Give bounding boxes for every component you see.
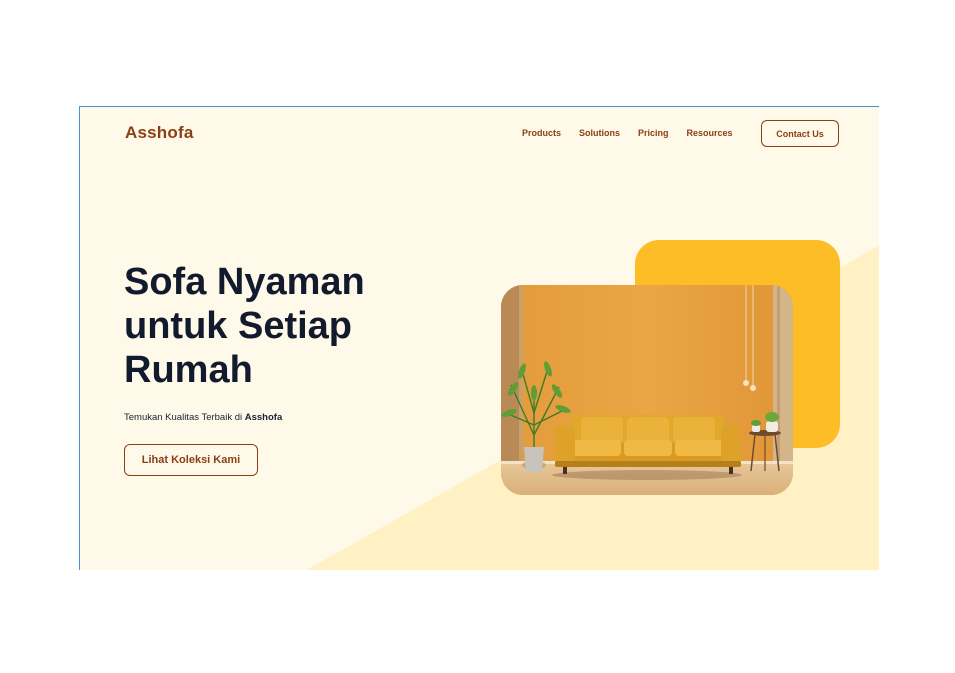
nav-item-products[interactable]: Products: [522, 128, 561, 138]
hero-title: Sofa Nyaman untuk Setiap Rumah: [124, 261, 365, 391]
nav-item-pricing[interactable]: Pricing: [638, 128, 669, 138]
hero-subtitle-brand: Asshofa: [244, 412, 283, 423]
brand-logo[interactable]: Asshofa: [125, 123, 193, 143]
nav-item-resources[interactable]: Resources: [687, 128, 733, 138]
living-room-sofa-photo: [501, 285, 793, 495]
hero-subtitle-text: Temukan Kualitas Terbaik di: [124, 412, 245, 423]
hero-subtitle: Temukan Kualitas Terbaik di Asshofa: [124, 412, 282, 423]
nav-item-solutions[interactable]: Solutions: [579, 128, 620, 138]
contact-us-button[interactable]: Contact Us: [761, 120, 839, 147]
landing-page: Asshofa Products Solutions Pricing Resou…: [79, 106, 879, 570]
main-nav: Products Solutions Pricing Resources: [522, 128, 733, 138]
hero-image: [501, 285, 793, 495]
view-collection-button[interactable]: Lihat Koleksi Kami: [124, 444, 258, 476]
